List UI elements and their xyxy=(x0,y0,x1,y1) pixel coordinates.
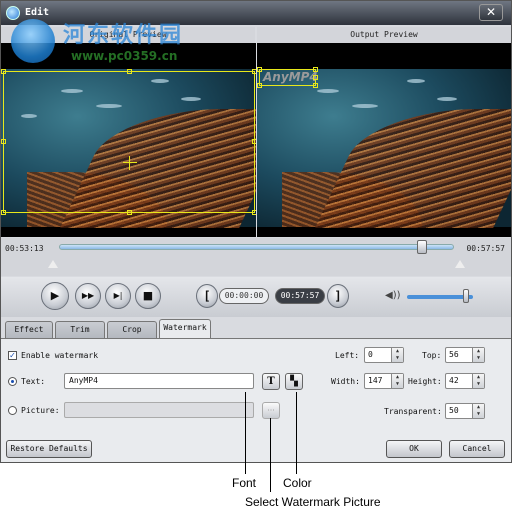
font-leader-line xyxy=(245,392,246,474)
crop-handle[interactable] xyxy=(252,69,256,74)
fish xyxy=(352,104,378,108)
enable-watermark-label: Enable watermark xyxy=(21,351,99,360)
left-spinbox[interactable]: 0 ▲ ▼ xyxy=(364,347,404,363)
watermark-handle[interactable] xyxy=(313,83,318,88)
output-preview[interactable]: AnyMP4 xyxy=(257,43,511,237)
volume-thumb[interactable] xyxy=(463,289,470,303)
transparent-spinbox[interactable]: 50 ▲ ▼ xyxy=(445,403,485,419)
picture-label: Picture: xyxy=(21,406,60,415)
timeline-end-time: 00:57:57 xyxy=(466,244,505,253)
tab-crop[interactable]: Crop xyxy=(107,321,157,338)
play-button[interactable]: ▶ xyxy=(41,282,69,310)
color-leader-line xyxy=(296,392,297,474)
watermark-handle[interactable] xyxy=(313,67,318,72)
crop-handle[interactable] xyxy=(127,210,132,215)
height-value: 42 xyxy=(449,376,459,385)
transparent-value: 50 xyxy=(449,406,459,415)
color-button[interactable]: ▚ xyxy=(285,373,303,390)
start-time-field[interactable]: 00:00:00 xyxy=(219,288,269,304)
font-annotation: Font xyxy=(232,476,257,490)
end-time-field[interactable]: 00:57:57 xyxy=(275,288,325,304)
spin-arrows-icon[interactable]: ▲ ▼ xyxy=(472,374,484,388)
seaweed-main xyxy=(315,108,511,227)
left-value: 0 xyxy=(368,350,373,359)
edit-window: Edit ✕ 河东软件园 www.pc0359.cn Original Prev… xyxy=(0,0,512,463)
timeline-start-time: 00:53:13 xyxy=(5,244,44,253)
select-picture-annotation: Select Watermark Picture xyxy=(245,495,381,509)
select-picture-button[interactable]: ··· xyxy=(262,402,280,419)
enable-watermark-checkbox[interactable]: ✓ xyxy=(8,351,17,360)
next-frame-button[interactable]: ▶| xyxy=(105,283,131,309)
tab-trim[interactable]: Trim xyxy=(55,321,105,338)
crosshair-icon xyxy=(123,156,137,170)
timeline-thumb[interactable] xyxy=(417,240,428,254)
output-preview-label: Output Preview xyxy=(257,27,511,43)
text-label: Text: xyxy=(21,377,46,386)
height-spinbox[interactable]: 42 ▲ ▼ xyxy=(445,373,485,389)
transparent-label: Transparent: xyxy=(384,407,442,416)
timeline-bar: 00:53:13 00:57:57 xyxy=(1,238,511,276)
top-spinbox[interactable]: 56 ▲ ▼ xyxy=(445,347,485,363)
timeline-track[interactable] xyxy=(59,244,454,250)
site-logo-icon xyxy=(11,19,55,63)
watermark-preview-text: AnyMP4 xyxy=(263,70,318,84)
player-controls: ▶ ▶▶ ▶| ■ [ 00:00:00 00:57:57 ] ◀)) xyxy=(1,277,511,317)
set-end-button[interactable]: ] xyxy=(327,284,349,308)
trim-end-marker[interactable] xyxy=(455,260,465,268)
width-label: Width: xyxy=(331,377,360,386)
width-value: 147 xyxy=(368,376,383,385)
watermark-panel: ✓ Enable watermark Text: AnyMP4 T ▚ Pict… xyxy=(1,338,511,462)
site-watermark-name: 河东软件园 xyxy=(63,22,184,48)
fish xyxy=(437,97,457,101)
watermark-handle[interactable] xyxy=(257,67,262,72)
text-radio[interactable] xyxy=(8,377,17,386)
site-watermark-url: www.pc0359.cn xyxy=(71,49,178,63)
set-start-button[interactable]: [ xyxy=(196,284,218,308)
tab-effect[interactable]: Effect xyxy=(5,321,53,338)
trim-start-marker[interactable] xyxy=(48,260,58,268)
stop-button[interactable]: ■ xyxy=(135,283,161,309)
spin-arrows-icon[interactable]: ▲ ▼ xyxy=(472,404,484,418)
watermark-text-input[interactable]: AnyMP4 xyxy=(64,373,254,389)
original-preview[interactable] xyxy=(1,43,256,237)
spin-arrows-icon[interactable]: ▲ ▼ xyxy=(391,348,403,362)
restore-defaults-button[interactable]: Restore Defaults xyxy=(6,440,92,458)
color-annotation: Color xyxy=(283,476,312,490)
crop-handle[interactable] xyxy=(252,139,256,144)
close-button[interactable]: ✕ xyxy=(479,4,503,21)
top-value: 56 xyxy=(449,350,459,359)
width-spinbox[interactable]: 147 ▲ ▼ xyxy=(364,373,404,389)
fast-forward-button[interactable]: ▶▶ xyxy=(75,283,101,309)
site-watermark: 河东软件园 www.pc0359.cn xyxy=(11,17,211,67)
volume-icon[interactable]: ◀)) xyxy=(385,290,401,302)
crop-rectangle[interactable] xyxy=(1,69,256,215)
tab-watermark[interactable]: Watermark xyxy=(159,319,211,338)
crop-handle[interactable] xyxy=(1,210,6,215)
spin-arrows-icon[interactable]: ▲ ▼ xyxy=(472,348,484,362)
fish xyxy=(317,89,339,93)
video-frame xyxy=(257,69,511,227)
ok-button[interactable]: OK xyxy=(386,440,442,458)
edit-tabs: Effect Trim Crop Watermark xyxy=(1,319,511,338)
top-label: Top: xyxy=(422,351,442,360)
watermark-handle[interactable] xyxy=(257,83,262,88)
font-button[interactable]: T xyxy=(262,373,280,390)
crop-handle[interactable] xyxy=(1,69,6,74)
height-label: Height: xyxy=(408,377,442,386)
cancel-button[interactable]: Cancel xyxy=(449,440,505,458)
spin-arrows-icon[interactable]: ▲ ▼ xyxy=(391,374,403,388)
picture-radio[interactable] xyxy=(8,406,17,415)
watermark-box[interactable]: AnyMP4 xyxy=(257,67,318,88)
fish xyxy=(407,79,425,83)
watermark-handle[interactable] xyxy=(313,75,318,80)
crop-handle[interactable] xyxy=(252,210,256,215)
crop-handle[interactable] xyxy=(127,69,132,74)
picture-path-input[interactable] xyxy=(64,402,254,418)
picture-leader-line xyxy=(270,418,271,492)
left-label: Left: xyxy=(335,351,360,360)
crop-handle[interactable] xyxy=(1,139,6,144)
